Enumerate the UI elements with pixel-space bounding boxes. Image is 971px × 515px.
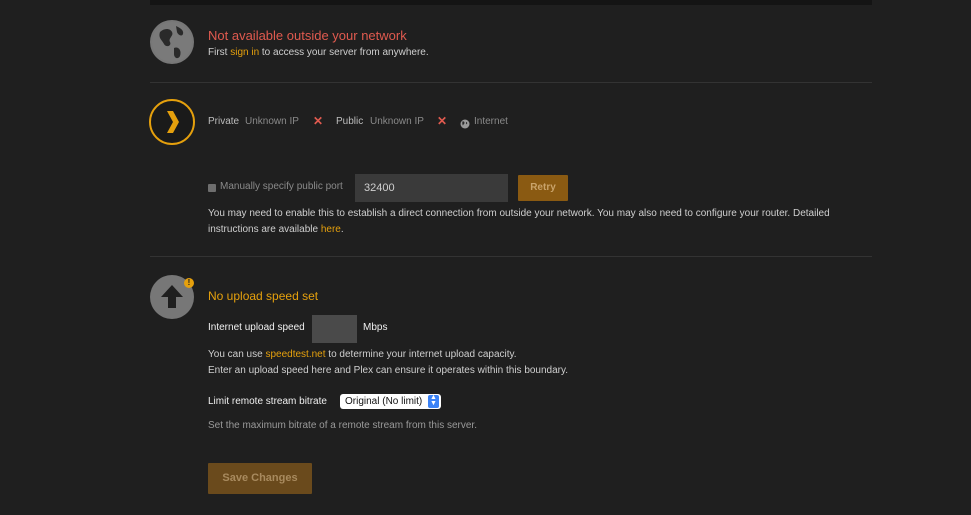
port-help-prefix: instructions are available: [208, 224, 321, 235]
select-chevron-icon: ▲ ▼: [428, 394, 439, 408]
public-port-input[interactable]: 32400: [355, 174, 508, 202]
upload-help-line2: Enter an upload speed here and Plex can …: [208, 365, 569, 376]
private-error-icon: ✕: [313, 114, 324, 128]
globe-icon: [150, 20, 194, 64]
port-help-line2: instructions are available here.: [208, 224, 344, 235]
public-ip-value: Unknown IP: [370, 116, 424, 127]
remote-status-title: Not available outside your network: [208, 28, 407, 43]
save-changes-button[interactable]: Save Changes: [208, 463, 312, 494]
upload-help-suffix: to determine your internet upload capaci…: [325, 349, 517, 360]
retry-button[interactable]: Retry: [518, 175, 568, 201]
upload-title: No upload speed set: [208, 289, 319, 303]
signin-prefix: First: [208, 47, 231, 58]
public-label: Public: [336, 116, 364, 127]
instructions-link[interactable]: here: [321, 224, 341, 235]
sign-in-link[interactable]: sign in: [230, 47, 259, 58]
upload-speed-label: Internet upload speed: [208, 322, 305, 333]
bitrate-select[interactable]: Original (No limit) ▲ ▼: [340, 394, 441, 409]
port-help-line1: You may need to enable this to establish…: [208, 208, 830, 219]
warning-icon: !: [184, 278, 194, 288]
upload-help-prefix: You can use: [208, 349, 266, 360]
public-error-icon: ✕: [437, 114, 448, 128]
divider: [150, 82, 872, 83]
internet-globe-icon: [460, 116, 470, 129]
manual-port-label: Manually specify public port: [220, 181, 343, 192]
upload-help-line1: You can use speedtest.net to determine y…: [208, 349, 517, 360]
signin-suffix: to access your server from anywhere.: [259, 47, 429, 58]
bitrate-label: Limit remote stream bitrate: [208, 396, 327, 407]
signin-message: First sign in to access your server from…: [208, 47, 429, 58]
divider: [150, 256, 872, 257]
plex-logo-icon: [149, 99, 195, 145]
internet-label: Internet: [474, 116, 508, 127]
bitrate-selected-value: Original (No limit): [345, 396, 423, 407]
speedtest-link[interactable]: speedtest.net: [265, 349, 325, 360]
upload-speed-input[interactable]: [312, 315, 357, 343]
private-ip-value: Unknown IP: [245, 116, 299, 127]
manual-port-checkbox[interactable]: [208, 184, 216, 192]
top-band: [150, 0, 872, 5]
private-label: Private: [208, 116, 240, 127]
bitrate-help: Set the maximum bitrate of a remote stre…: [208, 420, 477, 431]
port-help-suffix: .: [340, 224, 344, 235]
upload-unit: Mbps: [363, 322, 388, 333]
